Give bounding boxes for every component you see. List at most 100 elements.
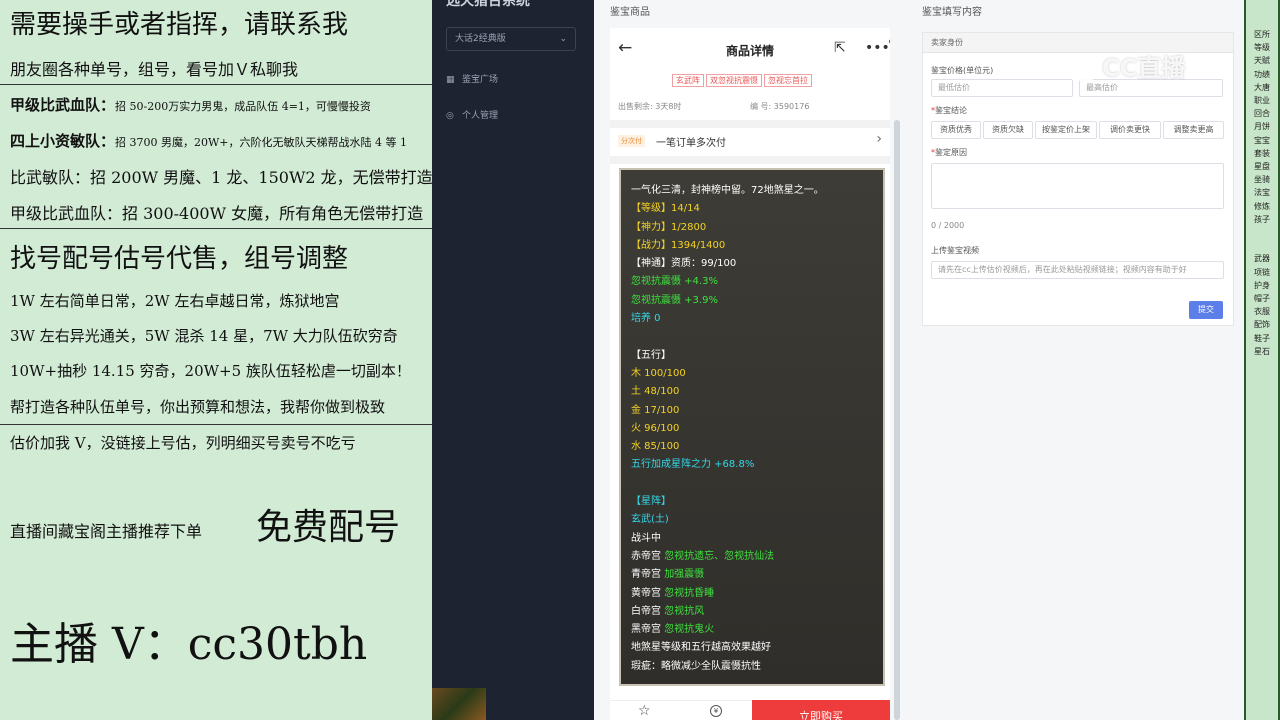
price-icon[interactable]: ¥: [710, 705, 722, 717]
card-line: 金 17/100: [631, 404, 680, 416]
overlay-line: 找号配号估号代售，组号调整: [10, 244, 349, 274]
share-icon[interactable]: ⇱: [834, 40, 846, 56]
strip-row: 宝宝: [1246, 134, 1278, 147]
strip-row-text: 法宝: [1254, 188, 1270, 198]
sale-remaining: 出售剩余: 3天8时: [618, 102, 682, 111]
strip-row: 衣服: [1246, 305, 1278, 318]
strip-row: 护身: [1246, 279, 1278, 292]
strip-row: 孩子: [1246, 213, 1278, 226]
strip-row: 套装: [1246, 147, 1278, 160]
installment-text: 一笔订单多次付: [656, 138, 726, 149]
card-line: 火 96/100: [631, 422, 680, 434]
strip-row-text: 修炼: [1254, 201, 1270, 211]
cc-logo-icon: [1072, 56, 1098, 82]
strip-row-text: 武器: [1254, 254, 1270, 264]
scrollbar[interactable]: [894, 120, 900, 720]
strip-row: 区所: [1246, 28, 1278, 41]
overlay-line: 比武敏队：招 200W 男魔、1 龙、150W2 龙，无偿带打造: [10, 168, 432, 187]
strip-row-text: 衣服: [1254, 307, 1270, 317]
strip-row-text: 功绩: [1254, 69, 1270, 79]
strip-row-text: 宝宝: [1254, 135, 1270, 145]
strip-row: 武器: [1246, 252, 1278, 265]
bottom-bar: ☆ ¥ 立即购买: [610, 700, 890, 720]
option-lacking-aptitude[interactable]: 资质欠缺: [983, 121, 1033, 139]
server-select-value: 大话2经典版: [455, 34, 506, 44]
card-line: 【战力】1394/1400: [631, 239, 726, 251]
option-good-aptitude[interactable]: 资质优秀: [931, 121, 981, 139]
palace-name: 黑帝宫: [631, 624, 665, 636]
card-line: [631, 328, 873, 346]
overlay-line: 10W+抽秒 14.15 穷奇，20W+5 族队伍轻松虐一切副本！: [10, 362, 411, 380]
overlay-divider: [0, 228, 432, 229]
strip-row: 项链: [1246, 266, 1278, 279]
card-line: 培养 0: [631, 313, 661, 325]
buy-now-button[interactable]: 立即购买: [752, 700, 890, 720]
strip-row: 职业: [1246, 94, 1278, 107]
card-line: 水 85/100: [631, 441, 680, 453]
chevron-down-icon: ⌄: [559, 34, 567, 44]
palace-line: 白帝宫 忽视抗风: [631, 603, 873, 621]
section-title: 鉴宝填写内容: [922, 7, 982, 18]
page-title: 商品详情: [725, 44, 774, 58]
card-line: 战斗中: [631, 532, 661, 544]
overlay-line: 需要操手或者指挥，请联系我: [10, 10, 349, 40]
video-link-input[interactable]: 请先在cc上传估价视频后，再在此处粘贴视频链接；视频内容有助于好: [931, 261, 1224, 279]
palace-name: 青帝宫: [631, 569, 665, 581]
separator: [610, 120, 890, 128]
notification-dot: [888, 39, 890, 44]
app-logo: 选天猎台系统: [446, 0, 530, 9]
palace-line: 青帝宫 加强震慑: [631, 566, 873, 584]
palace-effect: 忽视抗遗忘、忽视抗仙法: [664, 550, 775, 562]
server-select[interactable]: 大话2经典版 ⌄: [446, 27, 576, 51]
mobile-preview: ← 商品详情 ⇱ ••• 玄武阵 双忽视抗震慑 忽视忘首拉 出售剩余: 3天8时 编…: [610, 28, 890, 720]
strip-row: 坐骑: [1246, 173, 1278, 186]
strip-row: 月饼: [1246, 120, 1278, 133]
overlay-line: 朋友圈各种单号，组号，看号加Ｖ私聊我: [10, 60, 299, 79]
stream-thumbnail: [432, 688, 486, 720]
star-icon[interactable]: ☆: [638, 703, 651, 719]
strip-row: 帽子: [1246, 292, 1278, 305]
overlay-line: 甲级比武血队：招 50-200万实力男鬼，成品队伍 4=1，可慢慢投资: [10, 96, 371, 114]
card-line: 地煞星等级和五行越高效果越好: [631, 642, 771, 654]
submit-button[interactable]: 提交: [1189, 301, 1223, 319]
overlay-divider: [0, 84, 432, 85]
overlay-line: 四上小资敏队：招 3700 男魔，20W+，六阶化无敏队天梯帮战水陆 4 等 1: [10, 132, 408, 150]
tag: 忽视忘首拉: [764, 74, 812, 87]
sidebar-item-appraisal-square[interactable]: ▦ 鉴宝广场: [446, 72, 498, 85]
palace-name: 赤帝宫: [631, 550, 665, 562]
option-lower-price[interactable]: 调价卖更快: [1099, 121, 1161, 139]
sidebar-item-personal[interactable]: ◎ 个人管理: [446, 108, 498, 121]
reason-label: *鉴定原因: [931, 148, 967, 157]
strip-row-text: 回合: [1254, 109, 1270, 119]
overlay-line: 帮打造各种队伍单号，你出预算和想法，我帮你做到极致: [10, 398, 386, 416]
palace-effect: 忽视抗昏睡: [664, 587, 715, 599]
strip-row-text: 配饰: [1254, 320, 1270, 330]
overlay-line: 估价加我 V，没链接上号估，列明细买号卖号不吃亏: [10, 434, 356, 452]
reason-textarea[interactable]: [931, 163, 1224, 209]
video-label: 上传鉴宝视频: [931, 246, 979, 255]
card-line: 瑕疵：略微减少全队震慑抗性: [631, 660, 761, 672]
card-line: 一气化三清，封神榜中留。72地煞星之一。: [631, 185, 824, 196]
strip-row-text: 坐骑: [1254, 175, 1270, 185]
card-line: 【神力】1/2800: [631, 221, 707, 233]
installment-badge: 分次付: [618, 135, 645, 147]
strip-row-text: 职业: [1254, 96, 1270, 105]
card-line: 【等级】14/14: [631, 203, 700, 215]
palace-name: 黄帝宫: [631, 587, 665, 599]
palace-effect: 忽视抗鬼火: [664, 624, 715, 636]
option-higher-price[interactable]: 调整卖更高: [1163, 121, 1224, 139]
palace-effect: 忽视抗风: [664, 605, 705, 617]
card-line: 忽视抗震慑 +3.9%: [631, 294, 718, 306]
strip-row-text: 帽子: [1254, 294, 1270, 303]
strip-row: 鞋子: [1246, 332, 1278, 345]
strip-row: 星盘: [1246, 160, 1278, 173]
side-text-strip: 区所 等级 天赋 功绩 大唐 职业 回合 月饼 宝宝 套装 星盘 坐骑 法宝 修炼 孩子 武器 项链 护身 帽子 衣服…: [1244, 0, 1280, 720]
card-line: 【星阵】: [631, 496, 671, 508]
min-price-input[interactable]: 最低估价: [931, 79, 1073, 97]
option-list-at-price[interactable]: 按鉴定价上架: [1035, 121, 1097, 139]
strip-row-text: 区所: [1254, 30, 1270, 39]
installment-row[interactable]: 分次付 一笔订单多次付 ›: [610, 128, 890, 156]
more-icon[interactable]: •••: [865, 39, 890, 56]
section-title: 鉴宝商品: [610, 7, 650, 18]
product-panel: 鉴宝商品 ← 商品详情 ⇱ ••• 玄武阵 双忽视抗震慑 忽视忘首拉 出售剩余: 3…: [594, 0, 904, 720]
